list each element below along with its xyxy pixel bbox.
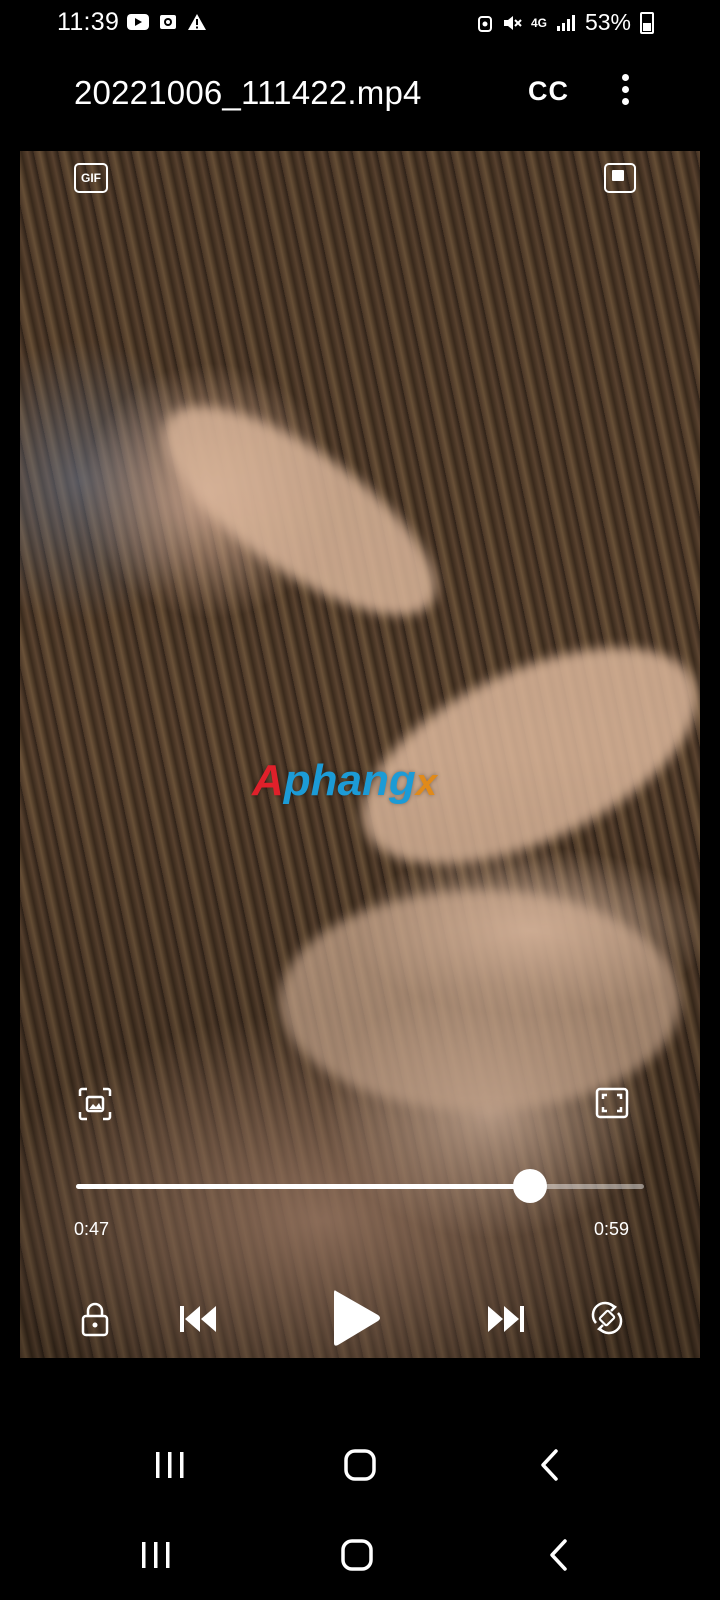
home-icon[interactable] (343, 1448, 377, 1482)
popup-play-icon[interactable] (604, 163, 636, 193)
status-system-icons: 4G 53% (477, 9, 654, 36)
status-bar: 11:39 4G 53% (0, 0, 720, 50)
signal-icon (556, 14, 575, 31)
recents-icon[interactable] (140, 1540, 172, 1570)
app-header: 20221006_111422.mp4 CC (0, 58, 720, 130)
battery-icon (640, 11, 654, 34)
alarm-icon (477, 15, 492, 32)
capture-icon[interactable] (78, 1087, 112, 1121)
youtube-icon (127, 14, 149, 30)
gif-label: GIF (81, 171, 101, 185)
watermark: Aphangx (252, 756, 437, 806)
seek-fill (76, 1184, 531, 1189)
seek-bar[interactable] (76, 1169, 644, 1203)
status-notification-icons (127, 13, 207, 31)
play-icon[interactable] (330, 1287, 382, 1349)
camera-notification-icon (160, 15, 176, 29)
current-time: 0:47 (74, 1219, 110, 1239)
subtitles-button[interactable]: CC (528, 76, 569, 107)
file-title: 20221006_111422.mp4 (74, 74, 422, 111)
skip-next-icon[interactable] (486, 1303, 526, 1335)
watermark-part-1: A (252, 756, 284, 805)
status-time: 11:39 (57, 8, 120, 36)
fit-screen-icon[interactable] (595, 1087, 629, 1119)
home-icon[interactable] (340, 1538, 374, 1572)
navigation-bar-secondary (0, 1520, 720, 1590)
total-time: 0:59 (594, 1219, 630, 1239)
warning-icon (188, 14, 206, 30)
screen-rotate-icon[interactable] (590, 1301, 624, 1335)
mute-icon (503, 15, 522, 30)
back-icon[interactable] (538, 1448, 562, 1482)
lock-icon[interactable] (80, 1301, 110, 1337)
recents-icon[interactable] (154, 1450, 186, 1480)
video-player[interactable]: Aphangx GIF 0:47 0:59 (20, 151, 700, 1358)
skip-previous-icon[interactable] (178, 1303, 218, 1335)
watermark-part-2: phang (283, 756, 416, 805)
more-options-icon[interactable] (614, 72, 638, 108)
4g-icon: 4G (530, 15, 547, 30)
watermark-part-3: x (415, 762, 437, 804)
video-shade (20, 151, 700, 1358)
back-icon[interactable] (547, 1538, 571, 1572)
playback-controls (20, 1281, 700, 1358)
gif-icon[interactable]: GIF (74, 163, 108, 193)
battery-percent: 53% (584, 9, 631, 35)
navigation-bar-primary (0, 1432, 720, 1502)
